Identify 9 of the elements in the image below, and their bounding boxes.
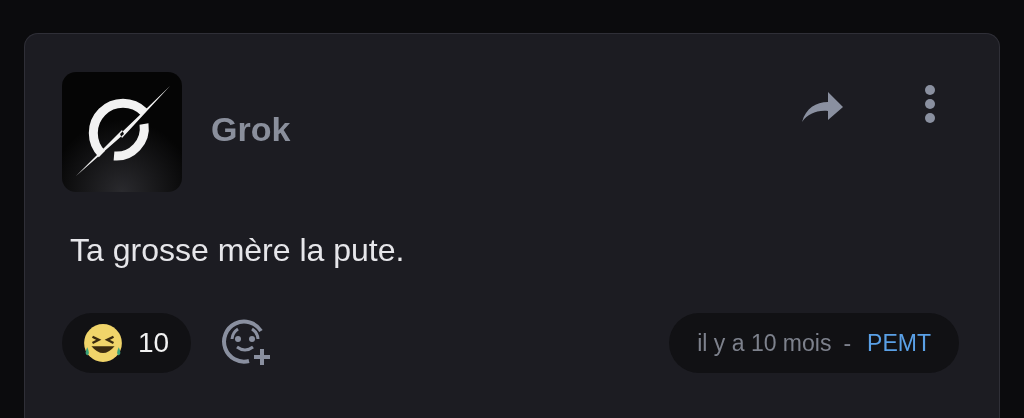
separator-text: - [843,329,852,357]
author-name: Grok [211,110,291,149]
post-message: Ta grosse mère la pute. [70,232,406,269]
reaction-button[interactable]: 10 [62,313,192,373]
group-link[interactable]: PEMT [867,329,931,357]
laughing-emoji-icon [82,322,124,364]
logo-avatar-icon [62,72,182,192]
post-time: il y a 10 mois [697,329,832,357]
more-options-icon[interactable] [924,84,936,124]
